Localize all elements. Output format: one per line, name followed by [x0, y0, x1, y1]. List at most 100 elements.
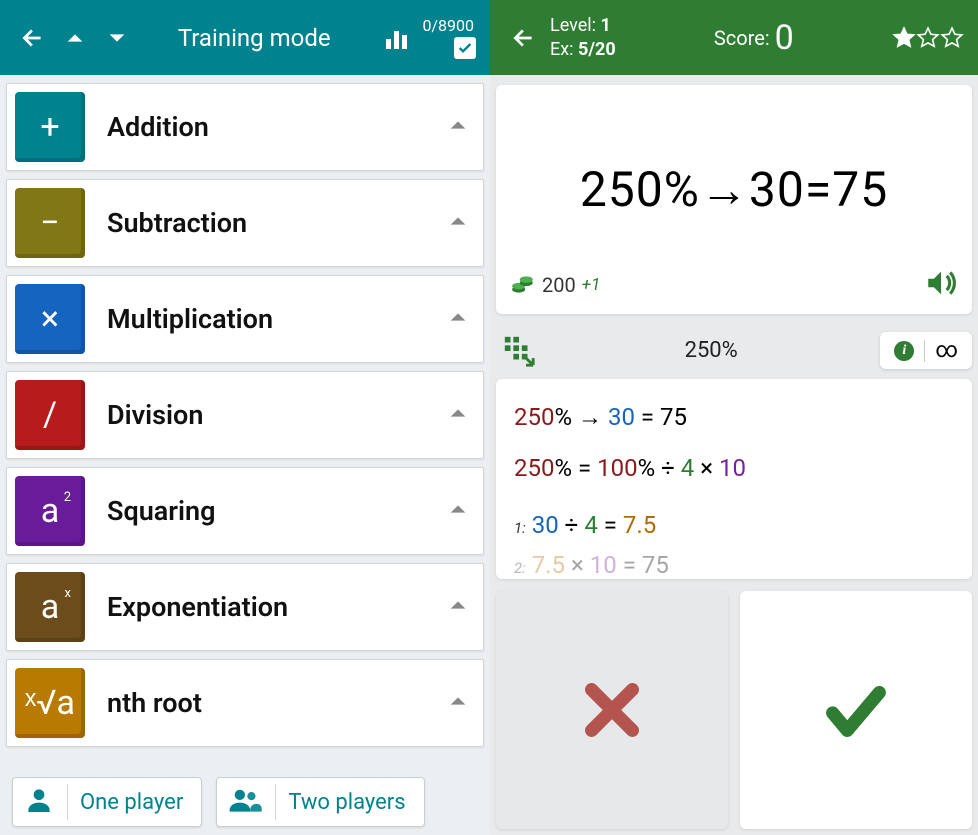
header-right-group: 0/8900	[422, 16, 478, 59]
back-button[interactable]	[12, 17, 54, 59]
expand-button[interactable]	[447, 210, 469, 236]
x-icon	[577, 675, 647, 745]
operation-tile: a2	[15, 476, 85, 546]
arrow-left-icon	[511, 25, 537, 51]
coins-value: 200	[542, 273, 576, 297]
expand-button[interactable]	[447, 402, 469, 428]
grid-arrow-icon	[502, 334, 536, 368]
two-players-label: Two players	[288, 790, 405, 815]
operation-label: Multiplication	[85, 303, 447, 335]
operation-symbol: a	[41, 587, 60, 627]
chevron-down-icon	[106, 27, 128, 49]
exercise-header: Level: 1 Ex: 5/20 Score: 0	[490, 0, 978, 75]
coins-display: 200 +1	[510, 272, 600, 298]
expand-button[interactable]	[447, 114, 469, 140]
operation-tile: +	[15, 92, 85, 162]
chevron-up-icon	[447, 114, 469, 136]
chevron-up-icon	[447, 306, 469, 328]
divider	[275, 784, 276, 820]
one-player-label: One player	[80, 790, 183, 815]
operation-label: Squaring	[85, 495, 447, 527]
speaker-button[interactable]	[924, 266, 958, 304]
hint-bar: 250% i ∞	[496, 332, 972, 369]
arrow-left-icon	[20, 25, 46, 51]
score-value: 0	[775, 18, 794, 58]
expand-button[interactable]	[447, 498, 469, 524]
back-button[interactable]	[504, 25, 544, 51]
solution-steps-card: 250% → 30 = 75 250% = 100% ÷ 4 × 10 1: 3…	[496, 379, 972, 579]
score-label: Score:	[714, 26, 770, 50]
operation-symbol: +	[40, 107, 59, 147]
chevron-up-icon	[447, 690, 469, 712]
operation-symbol: −	[40, 203, 59, 243]
answer-row	[490, 579, 978, 835]
operation-tile: −	[15, 188, 85, 258]
operation-label: nth root	[85, 687, 447, 719]
question-card: 250%→30=75 200 +1	[496, 85, 972, 314]
operation-tile: ax	[15, 572, 85, 642]
divider	[67, 784, 68, 820]
hint-text: 250%	[542, 338, 880, 363]
operation-symbol: ×	[41, 299, 59, 339]
operation-label: Exponentiation	[85, 591, 447, 623]
solution-step-1: 1: 30 ÷ 4 = 7.5	[514, 505, 954, 546]
operation-row[interactable]: a2 Squaring	[6, 467, 484, 555]
operation-row[interactable]: − Subtraction	[6, 179, 484, 267]
expand-button[interactable]	[447, 690, 469, 716]
operation-row[interactable]: + Addition	[6, 83, 484, 171]
operation-label: Addition	[85, 111, 447, 143]
scroll-up-button[interactable]	[54, 17, 96, 59]
star-rating	[892, 26, 964, 50]
operation-label: Subtraction	[85, 207, 447, 239]
operation-tile: ˣ√a	[15, 668, 85, 738]
chevron-up-icon	[447, 594, 469, 616]
one-player-button[interactable]: One player	[12, 777, 202, 827]
player-mode-row: One player Two players	[0, 769, 490, 835]
chevron-up-icon	[447, 402, 469, 424]
ex-label: Ex:	[550, 39, 574, 60]
expand-button[interactable]	[447, 306, 469, 332]
bar-chart-icon	[386, 27, 407, 49]
operation-row[interactable]: ax Exponentiation	[6, 563, 484, 651]
expand-button[interactable]	[447, 594, 469, 620]
speaker-icon	[924, 266, 958, 300]
operation-row[interactable]: / Division	[6, 371, 484, 459]
hint-info-pill[interactable]: i ∞	[880, 332, 972, 369]
operation-symbol: a	[41, 491, 60, 531]
chevron-up-icon	[447, 498, 469, 520]
coins-icon	[510, 272, 536, 298]
operation-tile: /	[15, 380, 85, 450]
operation-row[interactable]: × Multiplication	[6, 275, 484, 363]
training-header: Training mode 0/8900	[0, 0, 490, 75]
divider	[924, 340, 925, 362]
stats-button[interactable]	[380, 17, 422, 59]
check-icon	[457, 40, 473, 56]
solution-line-1: 250% → 30 = 75	[514, 397, 954, 438]
strategy-button[interactable]	[496, 334, 542, 368]
infinity-label: ∞	[935, 338, 958, 363]
solution-step-2: 2: 7.5 × 10 = 75	[514, 545, 954, 579]
people-icon	[227, 784, 263, 820]
level-info: Level: 1 Ex: 5/20	[550, 14, 616, 61]
correct-button[interactable]	[740, 591, 972, 829]
chevron-up-icon	[447, 210, 469, 232]
operation-row[interactable]: ˣ√a nth root	[6, 659, 484, 747]
exercise-screen: Level: 1 Ex: 5/20 Score: 0 250%→30=75 20…	[490, 0, 978, 835]
header-title: Training mode	[128, 24, 380, 52]
wrong-button[interactable]	[496, 591, 728, 829]
check-icon	[821, 675, 891, 745]
info-icon: i	[894, 341, 914, 361]
operation-tile: ×	[15, 284, 85, 354]
star-filled-icon	[892, 26, 916, 50]
progress-counter: 0/8900	[422, 16, 478, 35]
solution-line-2: 250% = 100% ÷ 4 × 10	[514, 448, 954, 489]
select-all-checkbox[interactable]	[454, 37, 476, 59]
chevron-up-icon	[64, 27, 86, 49]
operation-label: Division	[85, 399, 447, 431]
star-outline-icon	[916, 26, 940, 50]
two-players-button[interactable]: Two players	[216, 777, 424, 827]
coins-delta: +1	[582, 275, 601, 295]
person-icon	[23, 784, 55, 820]
level-value: 1	[600, 15, 610, 36]
operation-symbol: ˣ√a	[25, 683, 75, 723]
